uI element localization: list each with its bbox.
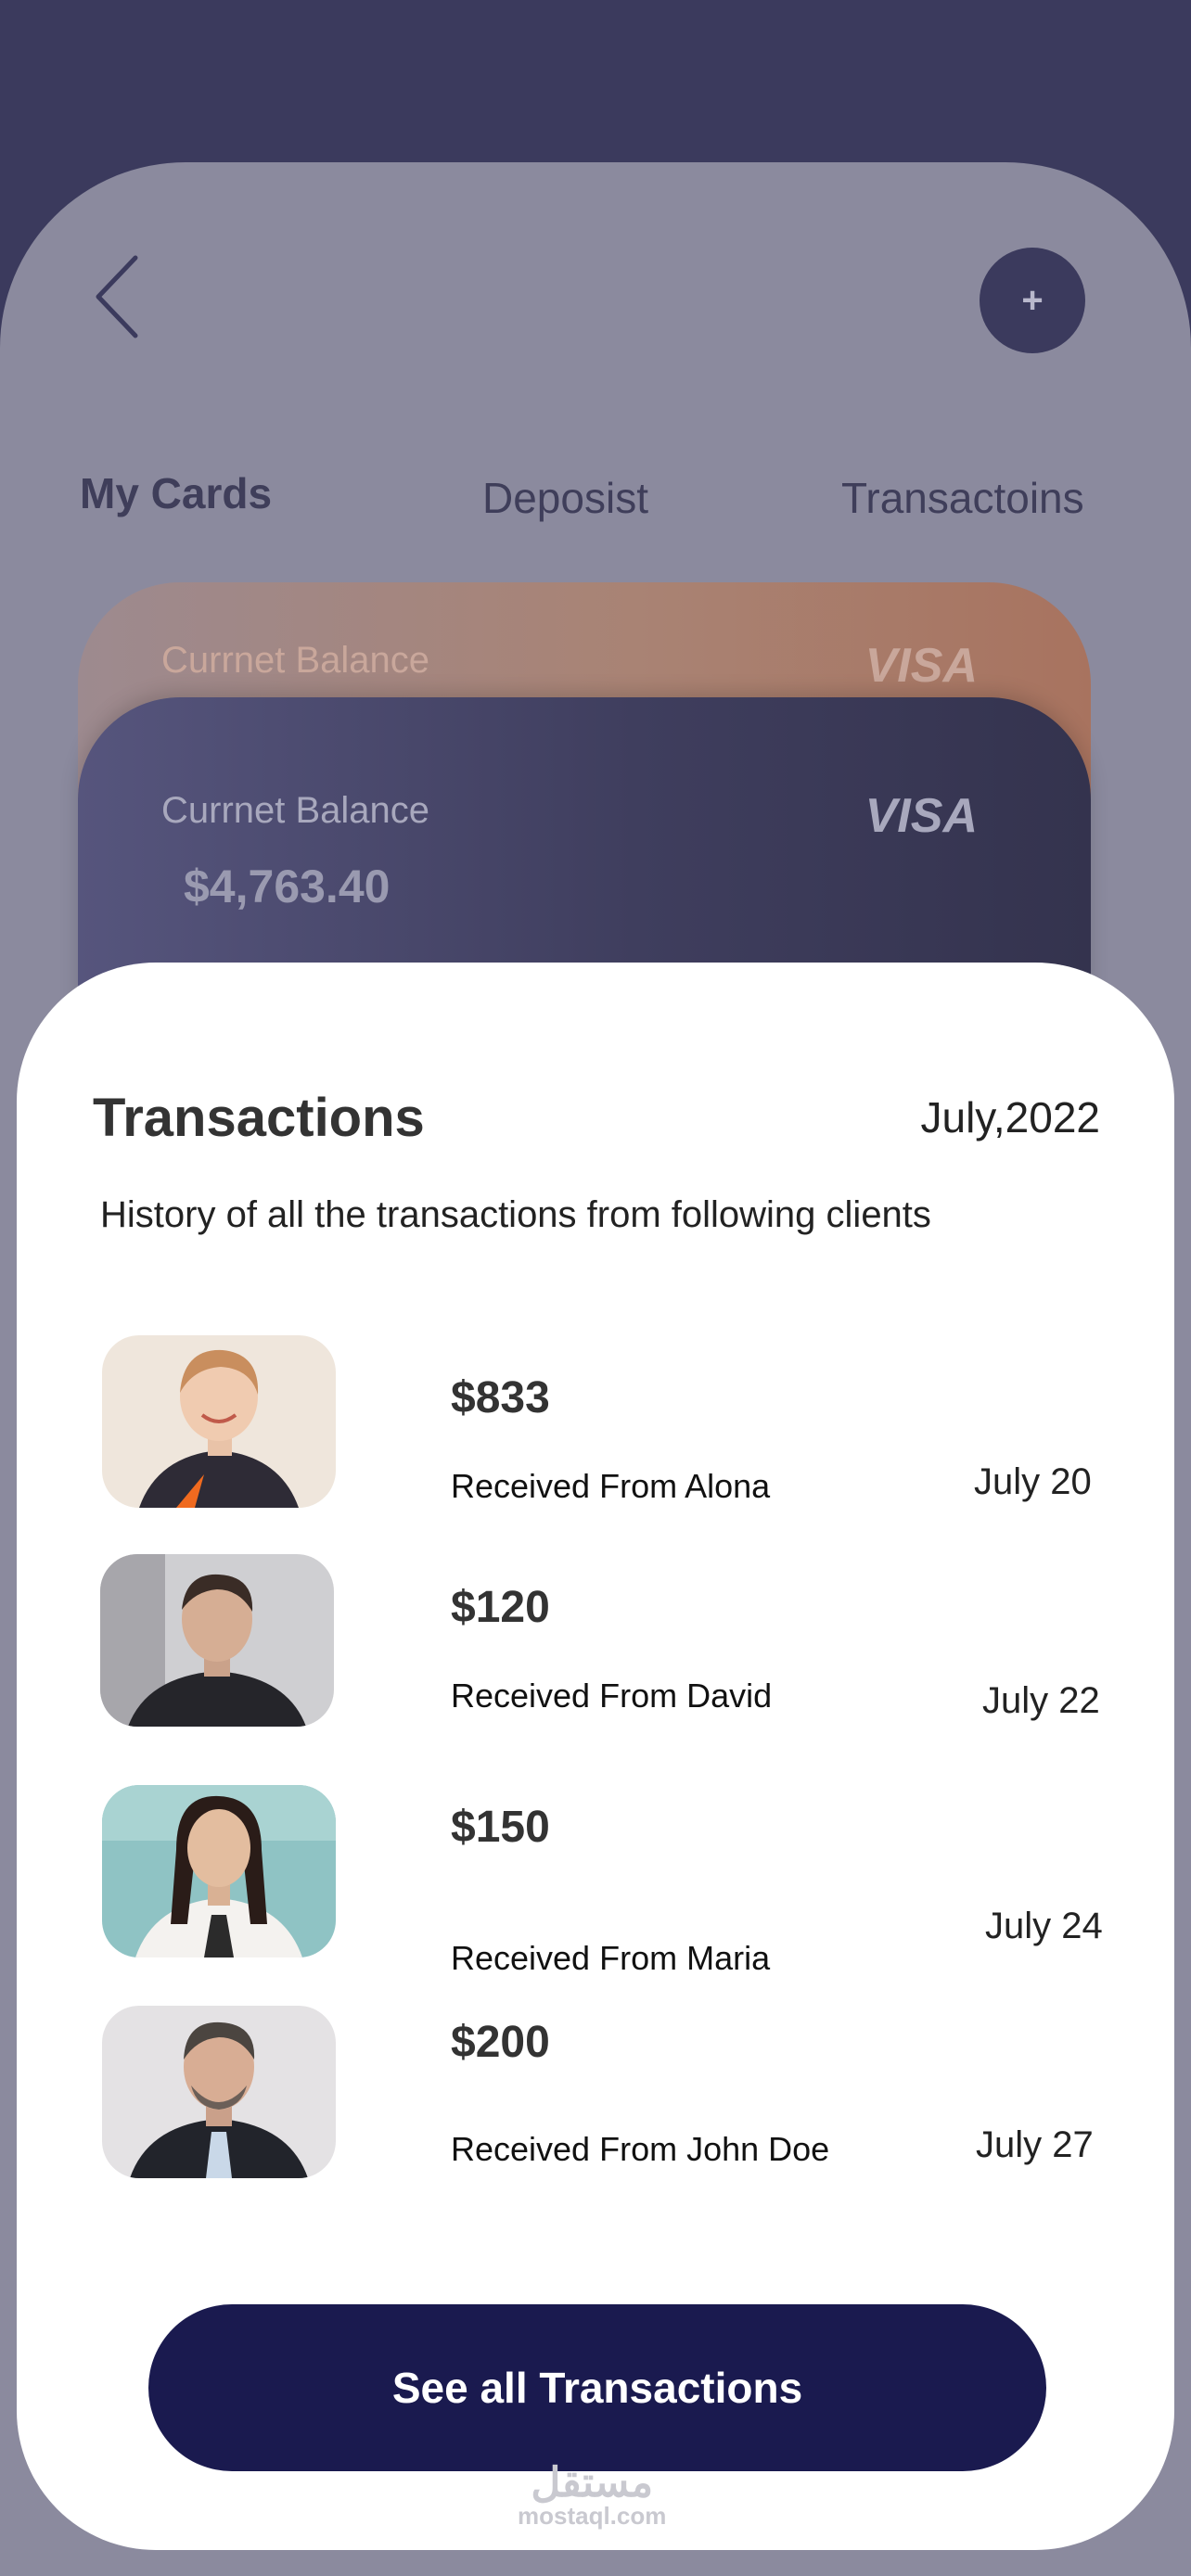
transaction-description: Received From David — [451, 1677, 773, 1715]
transaction-amount: $120 — [451, 1583, 550, 1632]
transaction-row[interactable]: $833 Received From Alona July 20 — [17, 1335, 1174, 1511]
transaction-date: July 20 — [974, 1461, 1092, 1502]
visa-logo: VISA — [864, 789, 978, 843]
watermark-latin: mostaql.com — [518, 2502, 667, 2530]
transactions-month: July,2022 — [920, 1093, 1100, 1141]
add-card-button[interactable]: + — [980, 248, 1085, 353]
avatar — [100, 1554, 334, 1727]
transactions-sheet: Transactions July,2022 History of all th… — [17, 963, 1174, 2550]
transaction-row[interactable]: $200 Received From John Doe July 27 — [17, 2006, 1174, 2182]
avatar — [102, 1785, 336, 1958]
transaction-description: Received From Maria — [451, 1939, 771, 1977]
transaction-date: July 27 — [976, 2124, 1094, 2165]
tab-deposit[interactable]: Deposist — [482, 473, 648, 523]
transaction-row[interactable]: $150 Received From Maria July 24 — [17, 1785, 1174, 1977]
back-button[interactable] — [89, 250, 154, 343]
card-balance-label: Currnet Balance — [161, 640, 430, 681]
transactions-title: Transactions — [93, 1088, 425, 1148]
transactions-subtitle: History of all the transactions from fol… — [100, 1194, 931, 1235]
watermark-arabic: مستقل — [531, 2460, 654, 2506]
card-balance-label: Currnet Balance — [161, 790, 430, 831]
chevron-left-icon — [96, 255, 138, 338]
transaction-amount: $150 — [451, 1803, 550, 1852]
transaction-row[interactable]: $120 Received From David July 22 — [17, 1554, 1174, 1730]
transaction-date: July 24 — [985, 1906, 1103, 1946]
card-balance-amount: $4,763.40 — [184, 861, 391, 912]
visa-logo: VISA — [864, 639, 978, 693]
transaction-date: July 22 — [982, 1680, 1100, 1721]
plus-icon: + — [1021, 279, 1044, 321]
transaction-amount: $200 — [451, 2018, 550, 2067]
transaction-description: Received From John Doe — [451, 2130, 830, 2168]
transaction-amount: $833 — [451, 1373, 550, 1422]
avatar — [102, 2006, 336, 2178]
transaction-description: Received From Alona — [451, 1467, 771, 1505]
watermark: مستقل mostaql.com — [518, 2460, 667, 2530]
tab-my-cards[interactable]: My Cards — [80, 468, 272, 518]
see-all-transactions-button[interactable]: See all Transactions — [148, 2304, 1046, 2471]
tab-transactions[interactable]: Transactoins — [841, 473, 1084, 523]
avatar — [102, 1335, 336, 1508]
